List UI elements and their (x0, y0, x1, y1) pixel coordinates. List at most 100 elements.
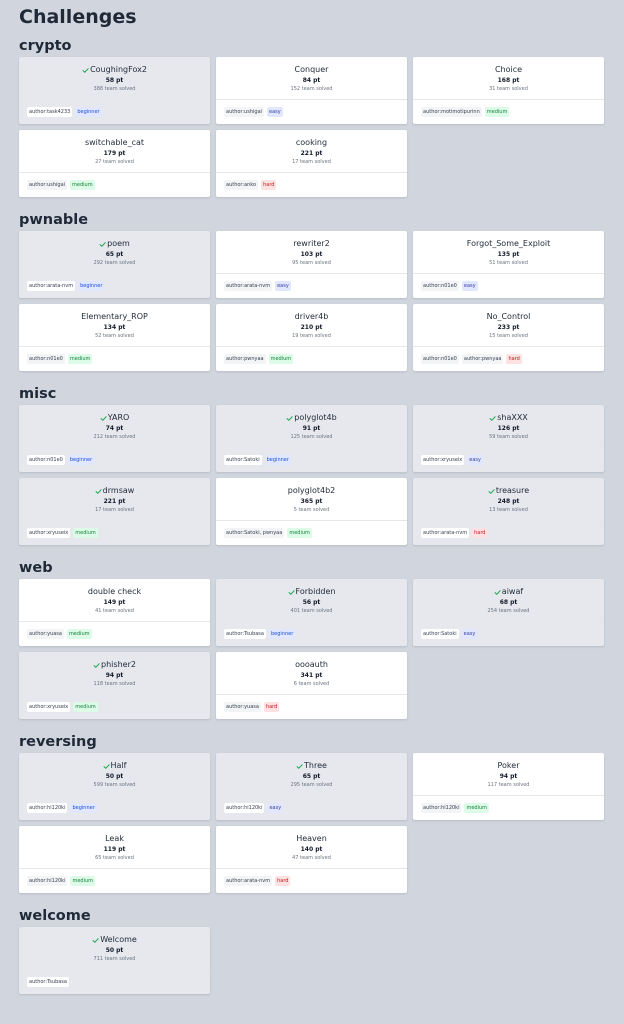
difficulty-tag: easy (267, 803, 284, 813)
card-header: Poker 94 pt 117 team solved (413, 753, 604, 796)
challenge-card[interactable]: Heaven 140 pt 47 team solved author:arata-n… (216, 826, 407, 893)
difficulty-tag: beginner (78, 281, 105, 291)
challenge-title: phisher2 (19, 660, 210, 670)
challenge-points: 74 pt (105, 425, 124, 432)
challenge-title: No_Control (413, 312, 604, 322)
card-header: Three 65 pt 295 team solved (216, 753, 407, 796)
author-tag: author:xryuseix (27, 528, 71, 538)
challenge-card[interactable]: driver4b 210 pt 19 team solved author:pwnya… (216, 304, 407, 371)
difficulty-tag: easy (275, 281, 291, 291)
challenge-points: 58 pt (105, 77, 124, 84)
challenge-card[interactable]: No_Control 233 pt 15 team solved author:n01… (413, 304, 604, 371)
difficulty-tag: beginner (75, 107, 102, 117)
difficulty-tag: beginner (67, 455, 95, 465)
category-title: misc (19, 386, 57, 402)
challenge-solves: 295 team solved (290, 782, 333, 788)
challenge-card[interactable]: Three 65 pt 295 team solved author:hi120ki e… (216, 753, 407, 820)
difficulty-tag: medium (484, 107, 510, 117)
author-tag: author:Tsubasa (27, 977, 69, 987)
challenge-name: Heaven (296, 834, 327, 843)
challenge-name: Three (304, 761, 327, 770)
challenge-card[interactable]: treasure 248 pt 13 team solved author:arata… (413, 478, 604, 545)
challenge-title: aiwaf (413, 587, 604, 597)
challenge-card[interactable]: Half 50 pt 599 team solved author:hi120ki be… (19, 753, 210, 820)
challenge-solves: 254 team solved (487, 608, 530, 614)
challenge-points: 103 pt (300, 251, 323, 258)
challenge-name: shaXXX (497, 413, 528, 422)
challenge-card[interactable]: double check 149 pt 41 team solved author:y… (19, 579, 210, 646)
challenge-card[interactable]: cooking 221 pt 17 team solved author:anko ha… (216, 130, 407, 197)
challenge-card[interactable]: polyglot4b2 365 pt 5 team solved author:Sat… (216, 478, 407, 545)
challenge-title: YARO (19, 413, 210, 423)
challenge-solves: 13 team solved (489, 507, 528, 513)
challenge-card[interactable]: switchable_cat 179 pt 27 team solved author… (19, 130, 210, 197)
author-tag: author:arata-nvm (421, 528, 470, 538)
challenge-card[interactable]: YARO 74 pt 212 team solved author:n01e0 begi… (19, 405, 210, 472)
challenge-solves: 31 team solved (489, 86, 528, 92)
difficulty-tag: medium (66, 629, 92, 639)
author-tag: author:Satoki (421, 629, 459, 639)
card-header: treasure 248 pt 13 team solved (413, 478, 604, 521)
card-header: shaXXX 126 pt 59 team solved (413, 405, 604, 448)
card-header: drmsaw 221 pt 17 team solved (19, 478, 210, 521)
card-header: poem 65 pt 292 team solved (19, 231, 210, 274)
check-icon (489, 415, 496, 421)
challenge-grid: CoughingFox2 58 pt 388 team solved author:t… (19, 57, 624, 197)
challenge-name: Elementary_ROP (81, 312, 148, 321)
difficulty-tag: medium (70, 180, 95, 190)
challenge-card[interactable]: phisher2 94 pt 118 team solved author:xryus… (19, 652, 210, 719)
check-icon (494, 589, 501, 595)
author-tag: author:Satoki (224, 455, 262, 465)
card-tags: author:xryuseix easy (413, 448, 604, 472)
challenge-solves: 15 team solved (489, 333, 528, 339)
difficulty-tag: medium (67, 354, 93, 364)
challenge-card[interactable]: aiwaf 68 pt 254 team solved author:Satoki ea… (413, 579, 604, 646)
challenge-card[interactable]: Elementary_ROP 134 pt 52 team solved author… (19, 304, 210, 371)
category-crypto: crypto CoughingFox2 58 pt 388 team solved au… (19, 38, 624, 197)
card-tags: author:xryuseix medium (19, 695, 210, 719)
challenge-grid: double check 149 pt 41 team solved author:y… (19, 579, 624, 719)
challenge-solves: 17 team solved (292, 159, 331, 165)
challenge-name: Forgot_Some_Exploit (466, 239, 551, 248)
category-title: welcome (19, 908, 91, 924)
challenge-card[interactable]: poem 65 pt 292 team solved author:arata-nvm… (19, 231, 210, 298)
challenge-card[interactable]: polyglot4b 91 pt 125 team solved author:Sat… (216, 405, 407, 472)
challenge-title: Poker (413, 761, 604, 771)
challenge-card[interactable]: Forbidden 56 pt 401 team solved author:Tsub… (216, 579, 407, 646)
challenge-points: 221 pt (300, 150, 323, 157)
challenge-points: 210 pt (300, 324, 323, 331)
challenge-name: Leak (105, 834, 124, 843)
challenge-card[interactable]: shaXXX 126 pt 59 team solved author:xryusei… (413, 405, 604, 472)
challenge-grid: Half 50 pt 599 team solved author:hi120ki be… (19, 753, 624, 893)
challenge-name: Half (110, 761, 127, 770)
challenge-name: Poker (497, 761, 520, 770)
challenge-grid: poem 65 pt 292 team solved author:arata-nvm… (19, 231, 624, 371)
challenge-card[interactable]: Leak 119 pt 65 team solved author:hi120ki me… (19, 826, 210, 893)
challenge-title: rewriter2 (216, 239, 407, 249)
author-tag: author:n01e0 (421, 354, 459, 364)
author-tag: author:n01e0 (27, 354, 65, 364)
card-tags: author:n01e0 easy (413, 274, 604, 298)
difficulty-tag: medium (73, 702, 98, 712)
author-tag: author:n01e0 (421, 281, 459, 291)
challenge-solves: 212 team solved (93, 434, 136, 440)
challenge-card[interactable]: Choice 168 pt 31 team solved author:motimot… (413, 57, 604, 124)
challenge-name: YARO (107, 413, 130, 422)
challenge-card[interactable]: CoughingFox2 58 pt 388 team solved author:t… (19, 57, 210, 124)
challenge-card[interactable]: Poker 94 pt 117 team solved author:hi120ki m… (413, 753, 604, 820)
card-header: Conquer 84 pt 152 team solved (216, 57, 407, 100)
challenge-card[interactable]: Conquer 84 pt 152 team solved author:ushiga… (216, 57, 407, 124)
challenge-card[interactable]: Forgot_Some_Exploit 135 pt 51 team solved a… (413, 231, 604, 298)
challenge-card[interactable]: drmsaw 221 pt 17 team solved author:xryusei… (19, 478, 210, 545)
check-icon (93, 662, 100, 668)
challenge-name: driver4b (294, 312, 329, 321)
challenge-card[interactable]: oooauth 341 pt 6 team solved author:yuasa ha… (216, 652, 407, 719)
challenge-title: treasure (413, 486, 604, 496)
challenge-name: rewriter2 (293, 239, 330, 248)
challenge-solves: 27 team solved (95, 159, 134, 165)
challenge-points: 248 pt (497, 498, 520, 505)
challenge-card[interactable]: Welcome 50 pt 711 team solved author:Tsubas… (19, 927, 210, 994)
difficulty-tag: beginner (264, 455, 291, 465)
challenge-card[interactable]: rewriter2 103 pt 95 team solved author:arat… (216, 231, 407, 298)
challenge-solves: 711 team solved (93, 956, 136, 962)
